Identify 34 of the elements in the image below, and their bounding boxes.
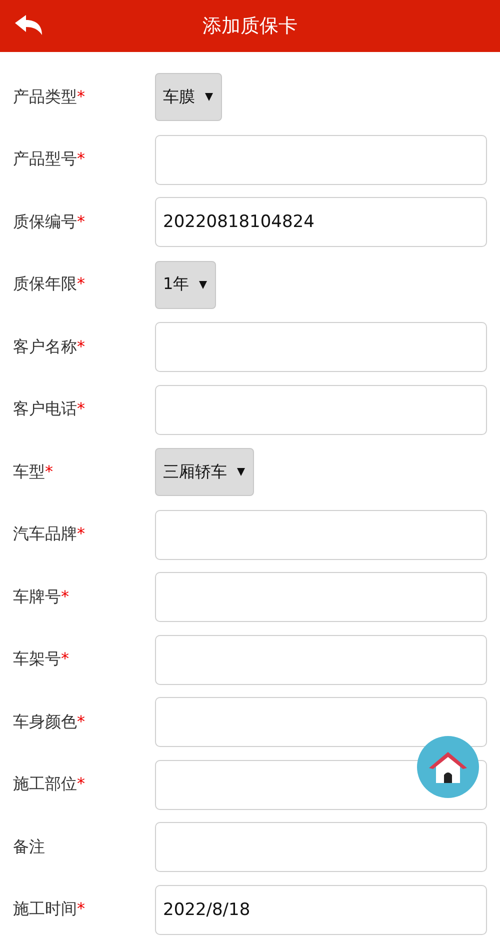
field-label: 客户电话* xyxy=(12,399,86,420)
page-title: 添加质保卡 xyxy=(202,14,298,39)
dropdown[interactable]: 三厢轿车 xyxy=(155,448,254,496)
input-field[interactable] xyxy=(155,134,487,185)
field-label: 质保编号* xyxy=(12,212,86,233)
field-label: 车架号* xyxy=(12,649,70,670)
field-label: 施工时间* xyxy=(12,899,86,920)
house-icon xyxy=(428,749,468,785)
dropdown[interactable]: 1年 xyxy=(155,260,216,309)
field-label: 施工部位* xyxy=(12,774,86,796)
field-label: 车型* xyxy=(12,462,54,483)
field-label: 车牌号* xyxy=(12,586,70,608)
field-label: 产品类型* xyxy=(12,86,86,108)
caret-icon xyxy=(199,280,208,289)
field-label: 备注 xyxy=(12,836,46,858)
input-field[interactable] xyxy=(155,697,487,748)
field-label: 客户名称* xyxy=(12,336,86,358)
input-field[interactable] xyxy=(155,572,487,622)
field-label: 汽车品牌* xyxy=(12,524,86,546)
input-field[interactable]: 20220818104824 xyxy=(155,197,487,248)
input-field[interactable] xyxy=(155,634,487,685)
field-label: 车身颜色* xyxy=(12,712,86,733)
field-label: 产品型号* xyxy=(12,149,86,170)
caret-icon xyxy=(237,468,245,476)
caret-icon xyxy=(205,93,213,102)
back-arrow-icon xyxy=(14,14,44,36)
input-field[interactable] xyxy=(155,822,487,872)
input-field[interactable] xyxy=(155,322,487,372)
input-field[interactable] xyxy=(155,510,487,560)
dropdown[interactable]: 车膜 xyxy=(155,73,222,122)
field-label: 质保年限* xyxy=(12,274,86,296)
input-field[interactable] xyxy=(155,384,487,435)
input-field[interactable]: 2022/8/18 xyxy=(155,884,487,935)
back-button[interactable] xyxy=(14,14,44,36)
